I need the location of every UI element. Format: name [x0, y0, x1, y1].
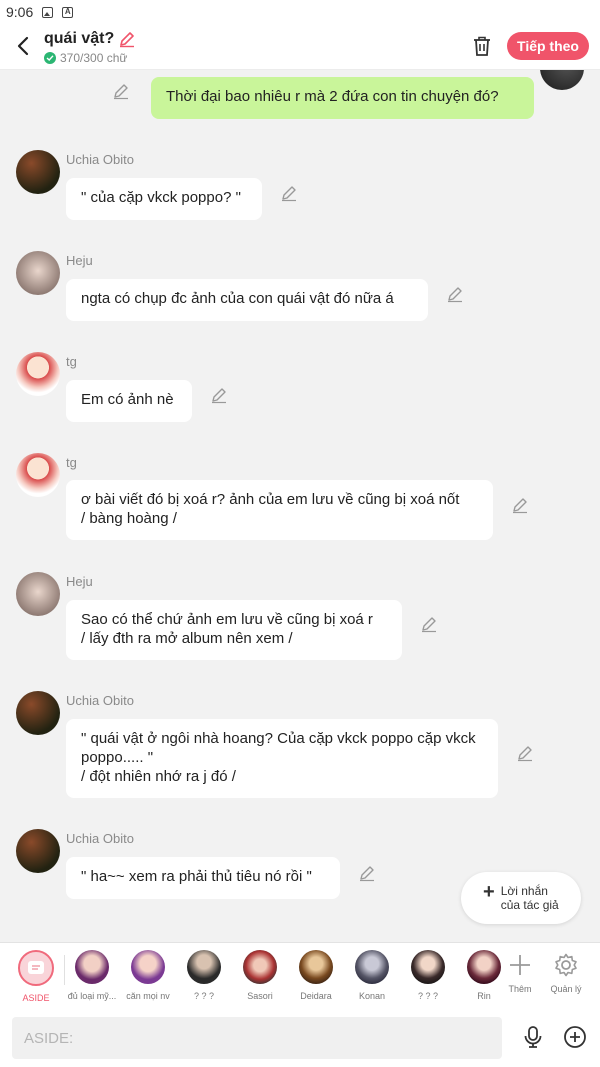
sender-name: Heju	[66, 574, 93, 589]
message-bubble[interactable]: Sao có thể chứ ảnh em lưu về cũng bị xoá…	[66, 600, 402, 660]
status-time: 9:06	[6, 4, 34, 20]
add-circle-icon	[564, 1026, 586, 1048]
character-label: ? ? ?	[417, 991, 439, 1001]
sender-name: Uchia Obito	[66, 831, 134, 846]
manage-label: Quản lý	[550, 984, 582, 994]
edit-icon[interactable]	[446, 285, 464, 303]
status-bar: 9:06 A	[0, 0, 600, 24]
avatar-uchia-obito[interactable]	[16, 150, 60, 194]
add-button[interactable]	[563, 1025, 587, 1049]
plus-icon: +	[483, 881, 495, 903]
character-aside[interactable]: ASIDE	[8, 950, 64, 1003]
input-bar	[0, 1008, 600, 1067]
character-item[interactable]: đủ loại mỹ...	[64, 950, 120, 1001]
character-label: ? ? ?	[193, 991, 215, 1001]
delete-button[interactable]	[470, 34, 494, 58]
message-bubble[interactable]: Em có ảnh nè	[66, 380, 192, 422]
back-button[interactable]	[12, 34, 36, 58]
character-avatar	[411, 950, 445, 984]
character-label: Deidara	[300, 991, 332, 1001]
character-label: Konan	[358, 991, 386, 1001]
message-bubble[interactable]: Thời đại bao nhiêu r mà 2 đứa con tin ch…	[151, 77, 534, 119]
edit-icon[interactable]	[420, 615, 438, 633]
avatar-uchia-obito[interactable]	[16, 829, 60, 873]
message-bubble[interactable]: " của cặp vkck poppo? "	[66, 178, 262, 220]
app-notification-icon: A	[62, 6, 74, 18]
message-bubble[interactable]: " ha~~ xem ra phải thủ tiêu nó rồi "	[66, 857, 340, 899]
sender-name: Uchia Obito	[66, 152, 134, 167]
author-note-button[interactable]: + Lời nhắn của tác giả	[461, 872, 581, 924]
character-avatar	[299, 950, 333, 984]
avatar-heju[interactable]	[16, 572, 60, 616]
sender-name: tg	[66, 455, 77, 470]
avatar-heju[interactable]	[16, 251, 60, 295]
avatar-tg[interactable]	[16, 453, 60, 497]
message-bubble[interactable]: ngta có chụp đc ảnh của con quái vật đó …	[66, 279, 428, 321]
image-notification-icon	[42, 6, 54, 18]
character-bar: ASIDE đủ loại mỹ... căn mọi nv ? ? ? Sas…	[0, 942, 600, 1008]
word-count: 370/300 chữ	[60, 51, 128, 65]
edit-icon[interactable]	[516, 744, 534, 762]
character-avatar	[75, 950, 109, 984]
sender-name: tg	[66, 354, 77, 369]
author-note-label: Lời nhắn của tác giả	[501, 884, 559, 912]
character-label: đủ loại mỹ...	[67, 991, 117, 1001]
chat-area[interactable]: Thời đại bao nhiêu r mà 2 đứa con tin ch…	[0, 70, 600, 942]
character-item[interactable]: ? ? ?	[176, 950, 232, 1001]
manage-button[interactable]: Quản lý	[538, 952, 594, 994]
character-avatar	[131, 950, 165, 984]
character-label: căn mọi nv	[126, 991, 170, 1001]
chevron-left-icon	[17, 36, 29, 56]
edit-icon[interactable]	[280, 184, 298, 202]
character-item[interactable]: căn mọi nv	[120, 950, 176, 1001]
character-avatar	[355, 950, 389, 984]
word-count-row: 370/300 chữ	[44, 51, 136, 65]
author-note-line2: của tác giả	[500, 898, 559, 912]
message-bubble[interactable]: " quái vật ở ngôi nhà hoang? Của cặp vkc…	[66, 719, 498, 798]
gear-icon	[555, 953, 577, 977]
character-avatar	[187, 950, 221, 984]
aside-input[interactable]	[12, 1017, 502, 1059]
message-bubble[interactable]: ơ bài viết đó bị xoá r? ảnh của em lưu v…	[66, 480, 493, 540]
sender-name: Uchia Obito	[66, 693, 134, 708]
character-item[interactable]: Konan	[344, 950, 400, 1001]
edit-icon[interactable]	[511, 496, 529, 514]
microphone-button[interactable]	[521, 1025, 545, 1049]
character-label: Sasori	[247, 991, 273, 1001]
chapter-header: quái vật? 370/300 chữ Tiếp theo	[0, 24, 600, 70]
edit-icon[interactable]	[210, 386, 228, 404]
chapter-title-row[interactable]: quái vật?	[44, 30, 136, 48]
character-item[interactable]: Sasori	[232, 950, 288, 1001]
edit-title-icon[interactable]	[118, 30, 136, 48]
character-label: ASIDE	[22, 993, 50, 1003]
chapter-title: quái vật?	[44, 30, 115, 47]
avatar-tg[interactable]	[16, 352, 60, 396]
character-avatar	[243, 950, 277, 984]
avatar-uchia-obito[interactable]	[540, 70, 584, 90]
sender-name: Heju	[66, 253, 93, 268]
character-item[interactable]: Deidara	[288, 950, 344, 1001]
avatar-uchia-obito[interactable]	[16, 691, 60, 735]
title-block: quái vật? 370/300 chữ	[44, 30, 136, 65]
author-note-line1: Lời nhắn	[500, 884, 548, 898]
check-icon	[44, 52, 56, 64]
microphone-icon	[524, 1026, 542, 1048]
edit-icon[interactable]	[358, 864, 376, 882]
next-button[interactable]: Tiếp theo	[507, 32, 589, 60]
character-item[interactable]: ? ? ?	[400, 950, 456, 1001]
trash-icon	[474, 36, 490, 56]
edit-icon[interactable]	[112, 82, 130, 100]
plus-icon	[510, 955, 530, 975]
aside-icon	[18, 950, 54, 986]
